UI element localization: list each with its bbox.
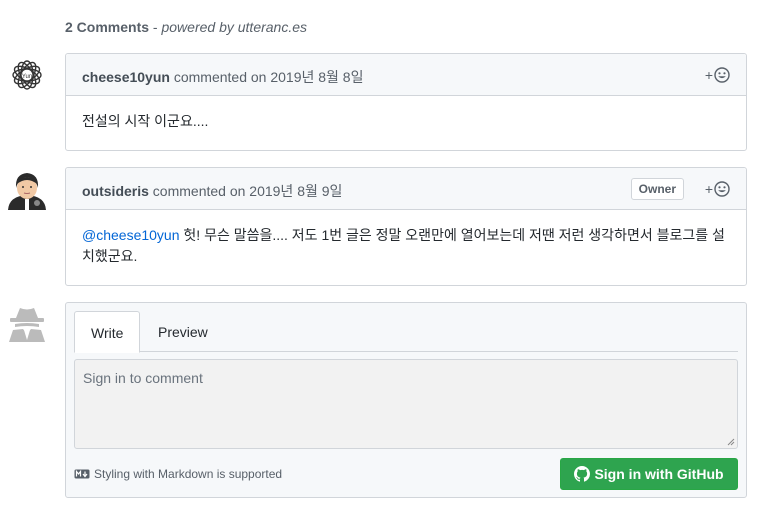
reaction-plus: +: [704, 181, 713, 197]
markdown-note-text: Styling with Markdown is supported: [94, 467, 283, 481]
comment-author[interactable]: cheese10yun: [82, 69, 170, 85]
smiley-icon: [714, 181, 730, 197]
avatar-outsideris[interactable]: [6, 168, 48, 210]
editor-tabs: Write Preview: [74, 311, 738, 353]
yun-logo-avatar: Yun: [12, 60, 42, 90]
tab-preview[interactable]: Preview: [142, 311, 224, 352]
powered-by: powered by utteranc.es: [161, 19, 308, 35]
comment-date[interactable]: commented on 2019년 8월 9일: [149, 183, 343, 199]
comment-body: 전설의 시작 이군요....: [82, 113, 209, 129]
anonymous-avatar-icon: [9, 308, 45, 342]
add-reaction-button[interactable]: +: [705, 181, 730, 197]
markdown-icon: [74, 469, 90, 479]
tab-write[interactable]: Write: [74, 311, 141, 353]
add-reaction-button[interactable]: +: [705, 67, 730, 83]
avatar-cheese10yun[interactable]: Yun: [6, 54, 48, 96]
markdown-note[interactable]: Styling with Markdown is supported: [74, 467, 282, 481]
svg-text:Yun: Yun: [22, 74, 32, 80]
comment-body: @cheese10yun 헛! 무슨 말씀을.... 저도 1번 글은 정말 오…: [66, 210, 746, 282]
comment-count: 2 Comments: [65, 19, 150, 35]
comment-meta: cheese10yun commented on 2019년 8월 8일: [82, 67, 363, 87]
comments-header: 2 Comments - powered by utteranc.es: [65, 19, 307, 35]
anonymous-avatar: [6, 302, 48, 344]
sign-in-github-button[interactable]: Sign in with GitHub: [560, 458, 738, 490]
reaction-plus: +: [704, 67, 713, 83]
comment-editor: Write Preview Sign in to comment Styling…: [65, 302, 747, 498]
header-separator: -: [149, 19, 162, 35]
comment-header: cheese10yun commented on 2019년 8월 8일 +: [66, 54, 746, 96]
comment-card: cheese10yun commented on 2019년 8월 8일 + 전…: [65, 53, 747, 151]
owner-badge: Owner: [630, 178, 684, 200]
comment-card: outsideris commented on 2019년 8월 9일 Owne…: [65, 167, 747, 286]
github-icon: [574, 466, 591, 482]
sign-in-label: Sign in with GitHub: [594, 466, 724, 482]
comment-meta: outsideris commented on 2019년 8월 9일: [82, 181, 342, 201]
comment-textarea[interactable]: Sign in to comment: [74, 359, 738, 449]
comment-author[interactable]: outsideris: [82, 183, 149, 199]
smiley-icon: [714, 67, 730, 83]
outsideris-avatar: [6, 168, 48, 210]
comment-date[interactable]: commented on 2019년 8월 8일: [170, 69, 364, 85]
mention-link[interactable]: @cheese10yun: [82, 227, 180, 243]
resize-handle-icon[interactable]: [727, 438, 735, 446]
comment-header: outsideris commented on 2019년 8월 9일 Owne…: [66, 168, 746, 210]
textarea-placeholder: Sign in to comment: [83, 370, 203, 386]
